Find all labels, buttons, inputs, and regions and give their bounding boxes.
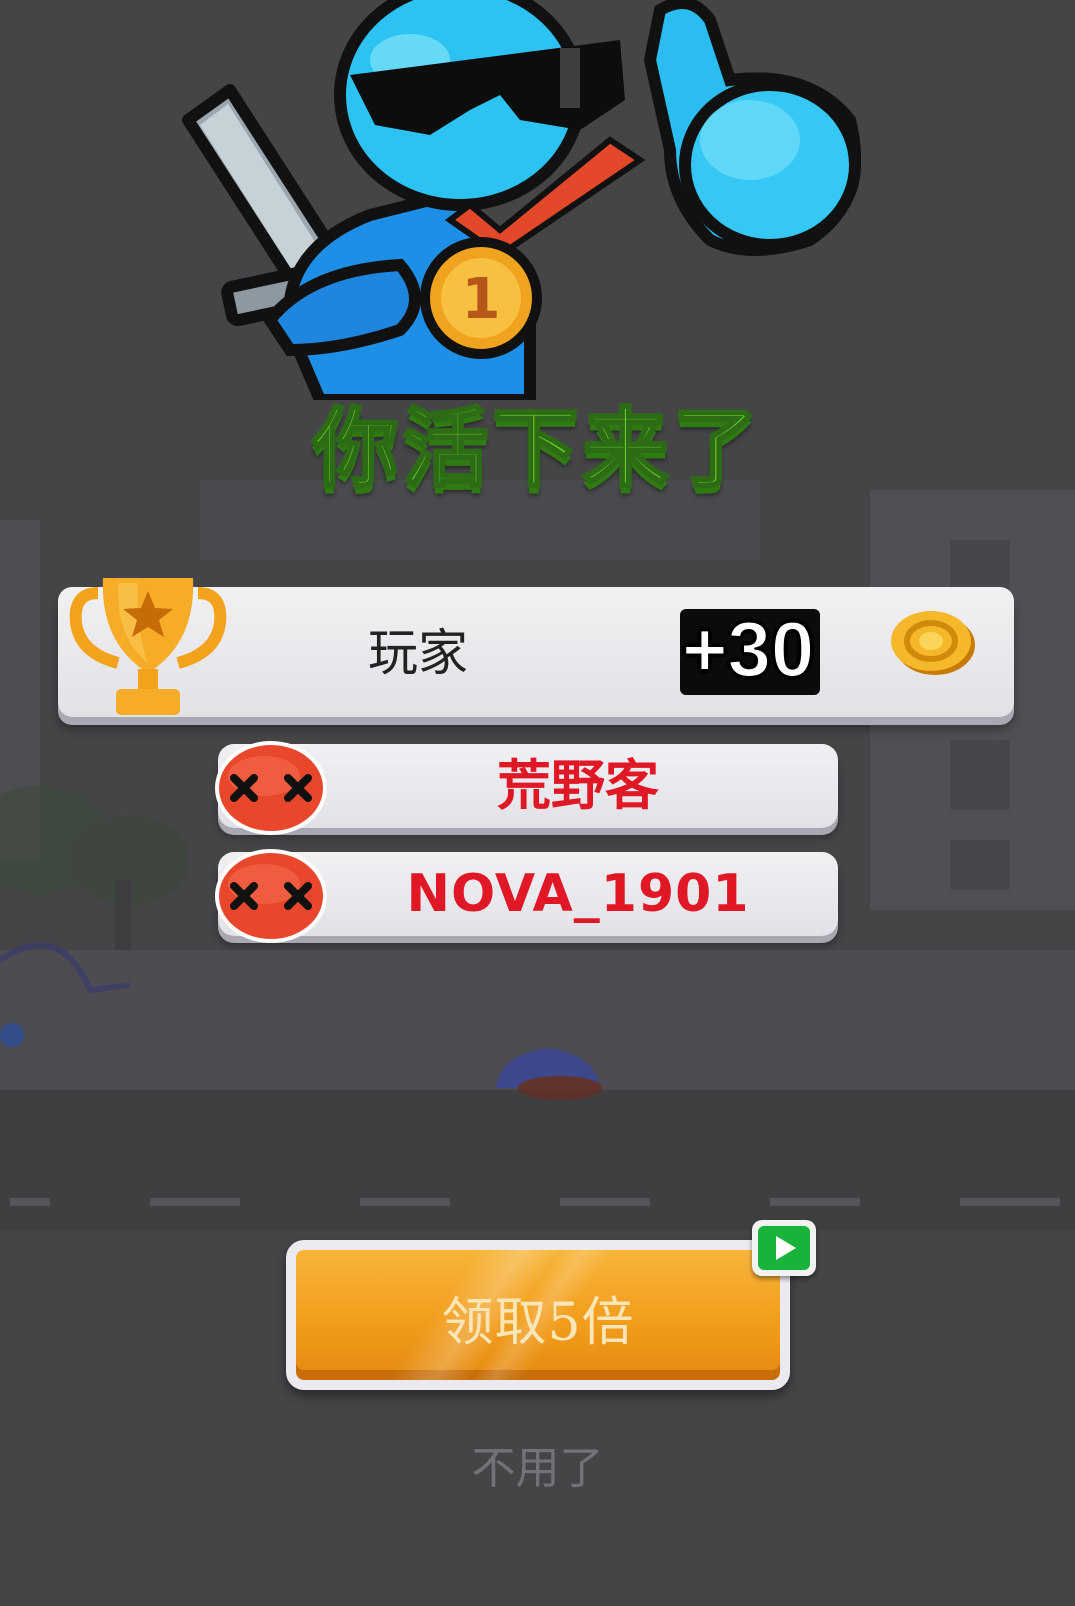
trophy-icon bbox=[69, 578, 227, 715]
gold-coin-icon bbox=[891, 611, 975, 675]
defeated-player-name: 荒野客 bbox=[497, 754, 659, 817]
winner-character-illustration: 1 bbox=[182, 0, 861, 400]
skip-button[interactable]: 不用了 bbox=[0, 1432, 1075, 1496]
player-name: 玩家 bbox=[368, 624, 468, 682]
player-result-card: 玩家 +30 bbox=[58, 578, 1014, 717]
watch-video-icon bbox=[752, 1220, 816, 1276]
defeated-player-row: NOVA_1901 bbox=[215, 849, 838, 943]
knocked-out-face-icon bbox=[215, 849, 327, 943]
survived-title: 你活下来了 bbox=[311, 398, 763, 501]
knocked-out-face-icon bbox=[215, 741, 327, 835]
coin-reward-amount: +30 bbox=[680, 608, 821, 695]
gold-medal-icon: 1 bbox=[420, 237, 542, 359]
play-icon bbox=[776, 1236, 796, 1260]
thumbs-up-icon bbox=[643, 0, 861, 256]
claim-button-label: 领取5倍 bbox=[441, 1293, 635, 1353]
svg-text:1: 1 bbox=[462, 267, 501, 332]
claim-5x-reward-button[interactable]: 领取5倍 bbox=[286, 1240, 790, 1390]
defeated-player-row: 荒野客 bbox=[215, 741, 838, 835]
defeated-player-name: NOVA_1901 bbox=[406, 864, 750, 924]
